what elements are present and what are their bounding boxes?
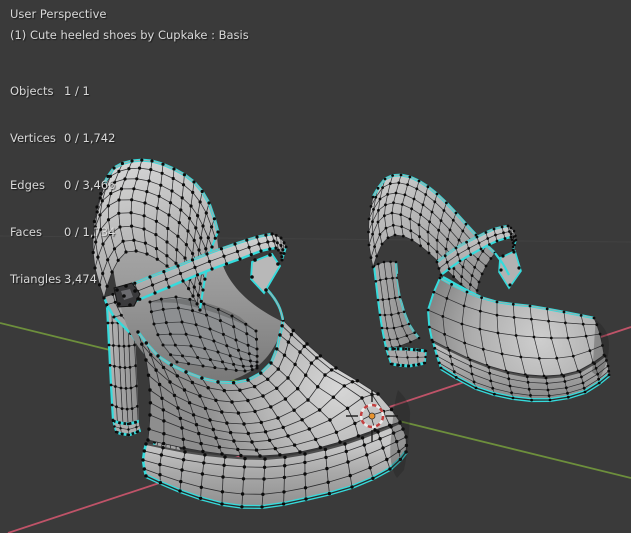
stat-objects-value: 1 / 1 [64,84,90,98]
stat-objects-label: Objects [10,84,64,98]
stat-vertices: Vertices 0 / 1,742 [10,131,115,150]
stat-edges-label: Edges [10,178,64,192]
stat-faces-label: Faces [10,225,64,239]
statistics-overlay: Objects 1 / 1 Vertices 0 / 1,742 Edges 0… [10,56,115,319]
stat-vertices-label: Vertices [10,131,64,145]
blender-3d-viewport[interactable]: User Perspective (1) Cute heeled shoes b… [0,0,631,533]
stat-faces: Faces 0 / 1,734 [10,225,115,244]
stat-edges: Edges 0 / 3,466 [10,178,115,197]
stat-triangles-label: Triangles [10,272,64,286]
view-perspective-label: User Perspective [10,7,106,21]
stat-triangles-value: 3,474 [64,272,97,286]
active-object-label: (1) Cute heeled shoes by Cupkake : Basis [10,28,249,42]
stat-edges-value: 0 / 3,466 [64,178,115,192]
stat-vertices-value: 0 / 1,742 [64,131,115,145]
stat-triangles: Triangles 3,474 [10,272,115,291]
stat-faces-value: 0 / 1,734 [64,225,115,239]
stat-objects: Objects 1 / 1 [10,84,115,103]
